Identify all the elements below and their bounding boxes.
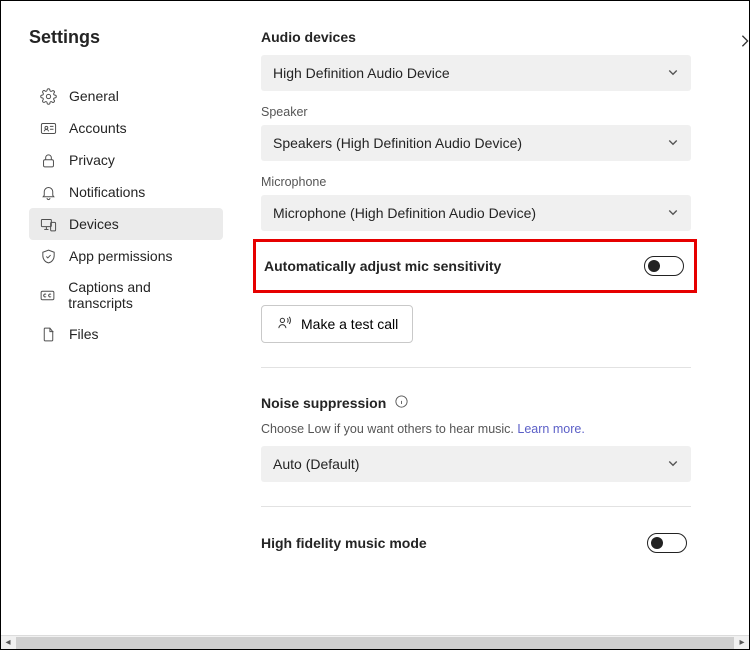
bell-icon	[39, 183, 57, 201]
noise-suppression-select[interactable]: Auto (Default)	[261, 446, 691, 482]
sidebar-item-label: Captions and transcripts	[68, 279, 213, 311]
sidebar-item-devices[interactable]: Devices	[29, 208, 223, 240]
speaker-label: Speaker	[261, 105, 691, 119]
highlight-annotation: Automatically adjust mic sensitivity	[253, 239, 697, 293]
scroll-right-arrow[interactable]: ▸	[735, 636, 749, 650]
sidebar-item-label: Accounts	[69, 120, 127, 136]
hifi-toggle[interactable]	[647, 533, 687, 553]
sidebar-item-label: Devices	[69, 216, 119, 232]
sidebar-item-files[interactable]: Files	[29, 318, 223, 350]
separator	[261, 506, 691, 507]
noise-suppression-select-value: Auto (Default)	[273, 456, 359, 472]
page-title: Settings	[29, 27, 253, 48]
speaker-select-value: Speakers (High Definition Audio Device)	[273, 135, 522, 151]
info-icon[interactable]	[394, 394, 409, 412]
audio-devices-title: Audio devices	[261, 29, 691, 45]
sidebar-item-label: Privacy	[69, 152, 115, 168]
person-voice-icon	[276, 314, 293, 334]
auto-mic-toggle[interactable]	[644, 256, 684, 276]
chevron-down-icon	[667, 65, 679, 81]
cc-icon	[39, 286, 56, 304]
horizontal-scrollbar[interactable]: ◂ ▸	[1, 635, 749, 649]
sidebar-item-captions[interactable]: Captions and transcripts	[29, 272, 223, 318]
phone-desktop-icon	[39, 215, 57, 233]
file-icon	[39, 325, 57, 343]
hifi-label: High fidelity music mode	[261, 535, 427, 551]
microphone-select-value: Microphone (High Definition Audio Device…	[273, 205, 536, 221]
sidebar-item-app-permissions[interactable]: App permissions	[29, 240, 223, 272]
make-test-call-label: Make a test call	[301, 316, 398, 332]
shield-icon	[39, 247, 57, 265]
lock-icon	[39, 151, 57, 169]
scrollbar-track[interactable]	[16, 637, 734, 649]
sidebar-item-label: Notifications	[69, 184, 145, 200]
sidebar-item-general[interactable]: General	[29, 80, 223, 112]
sidebar-item-label: App permissions	[69, 248, 173, 264]
noise-suppression-learn-more-link[interactable]: Learn more.	[517, 422, 584, 436]
sidebar-item-privacy[interactable]: Privacy	[29, 144, 223, 176]
gear-icon	[39, 87, 57, 105]
auto-mic-label: Automatically adjust mic sensitivity	[264, 258, 501, 274]
chevron-down-icon	[667, 135, 679, 151]
sidebar-item-notifications[interactable]: Notifications	[29, 176, 223, 208]
chevron-down-icon	[667, 205, 679, 221]
microphone-label: Microphone	[261, 175, 691, 189]
id-card-icon	[39, 119, 57, 137]
settings-sidebar: General Accounts Privacy	[29, 80, 223, 350]
sidebar-item-label: General	[69, 88, 119, 104]
make-test-call-button[interactable]: Make a test call	[261, 305, 413, 343]
scroll-left-arrow[interactable]: ◂	[1, 636, 15, 650]
microphone-select[interactable]: Microphone (High Definition Audio Device…	[261, 195, 691, 231]
noise-suppression-title: Noise suppression	[261, 395, 386, 411]
speaker-select[interactable]: Speakers (High Definition Audio Device)	[261, 125, 691, 161]
separator	[261, 367, 691, 368]
audio-device-select-value: High Definition Audio Device	[273, 65, 450, 81]
chevron-down-icon	[667, 456, 679, 472]
sidebar-item-accounts[interactable]: Accounts	[29, 112, 223, 144]
sidebar-item-label: Files	[69, 326, 99, 342]
noise-suppression-subtitle: Choose Low if you want others to hear mu…	[261, 422, 691, 436]
audio-device-select[interactable]: High Definition Audio Device	[261, 55, 691, 91]
close-chevron-icon[interactable]	[738, 31, 749, 54]
